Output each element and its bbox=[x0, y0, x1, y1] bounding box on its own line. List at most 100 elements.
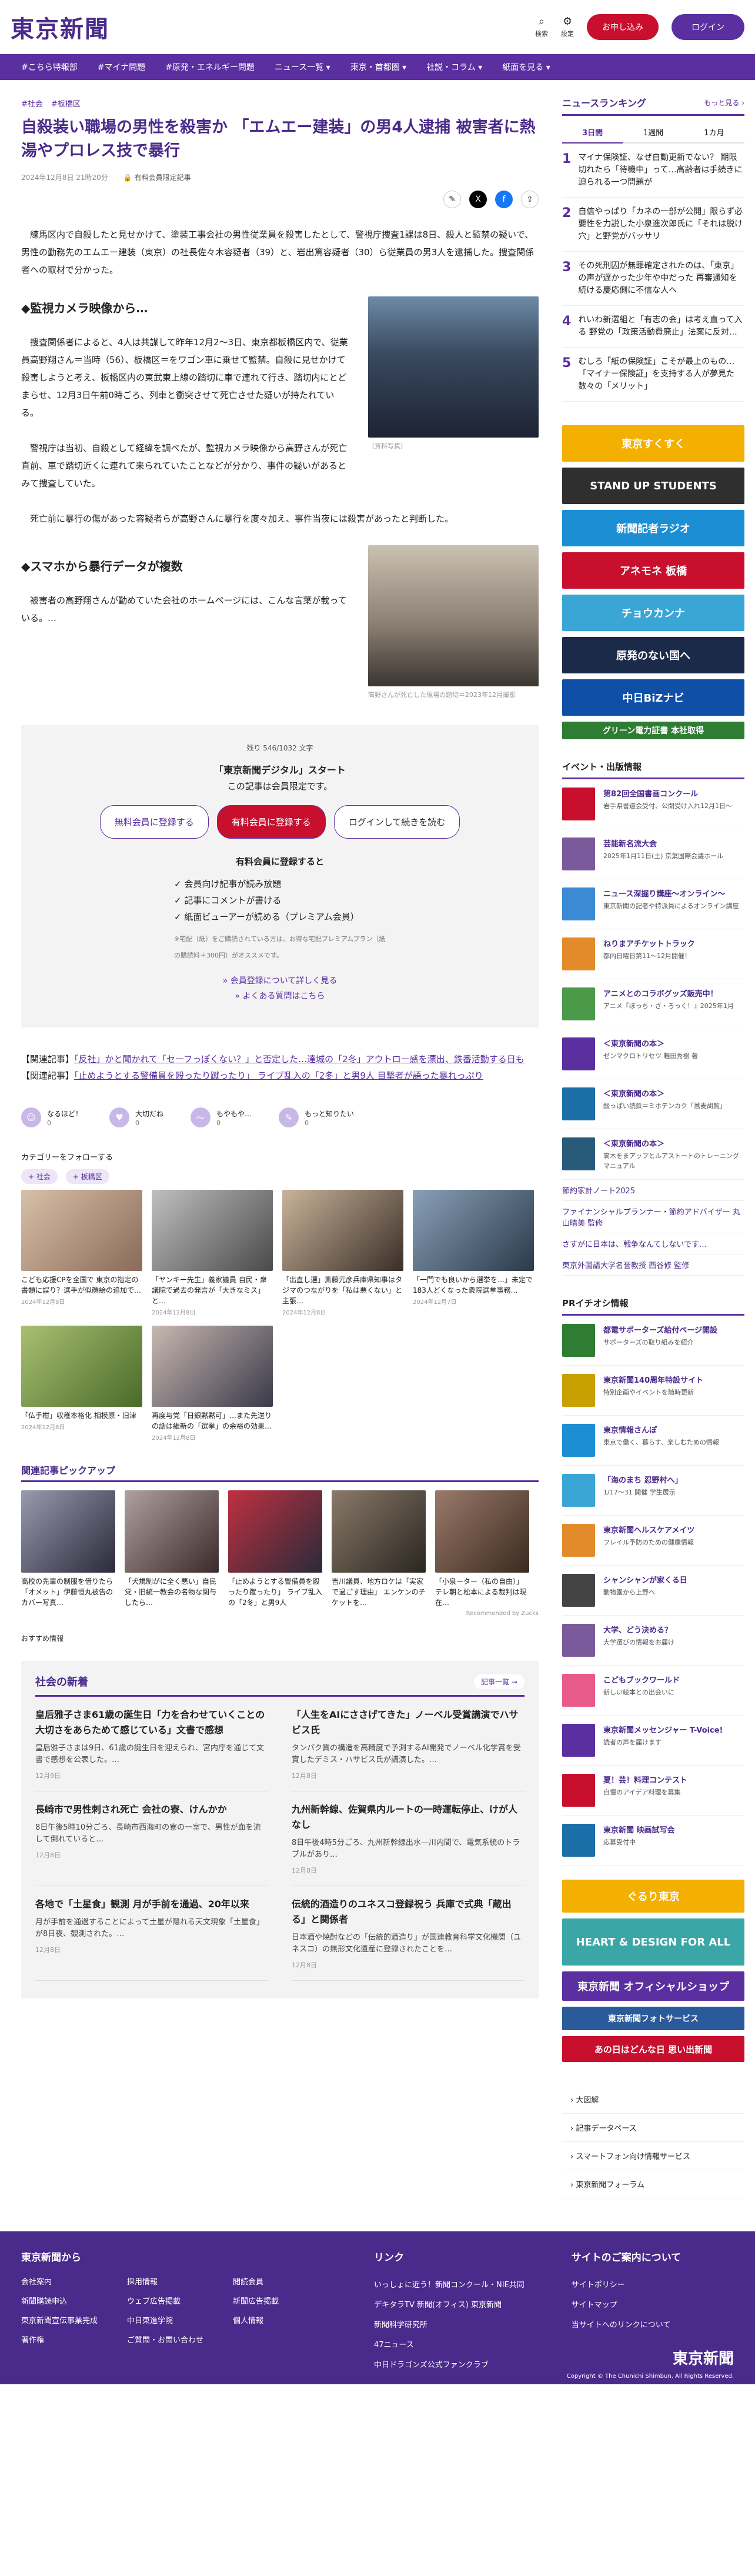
footer-link[interactable]: 中日ドラゴンズ公式ファンクラブ bbox=[374, 2355, 525, 2375]
footer-link[interactable]: 新聞購読申込 bbox=[21, 2295, 115, 2306]
login-button[interactable]: ログイン bbox=[672, 14, 744, 40]
event-item[interactable]: ＜東京新聞の本＞ 高木をまアップとルアストートのトレーニングマニュアル bbox=[562, 1129, 744, 1180]
nav-item[interactable]: ニュース一覧 ▾ bbox=[275, 61, 330, 73]
banner[interactable]: HEART & DESIGN FOR ALL bbox=[562, 1918, 744, 1966]
event-item[interactable]: 芸能新名流大会 2025年1月11日(土) 京葉国際会議ホール bbox=[562, 829, 744, 879]
footer-link[interactable]: いっしょに近う！新聞コンクール・NIE共同 bbox=[374, 2275, 525, 2295]
facebook-share-icon[interactable]: f bbox=[495, 191, 513, 208]
news-item[interactable]: 各地で「土星食」観測 月が手前を通過、20年以来 月が手前を通過することによって土… bbox=[35, 1886, 268, 1981]
pr-item[interactable]: 夏！芸！料理コンテスト 自慢のアイデア料理を募集 bbox=[562, 1766, 744, 1816]
footer-link[interactable]: 個人情報 bbox=[233, 2314, 327, 2325]
footer-link[interactable]: デキタラTV 新聞(オフィス) 東京新聞 bbox=[374, 2295, 525, 2315]
event-item[interactable]: ＜東京新聞の本＞ 酸っぱい読鉄＝ミホテンカク「蕎麦胡覧」 bbox=[562, 1079, 744, 1129]
nav-item[interactable]: 社説・コラム ▾ bbox=[426, 61, 482, 73]
banner[interactable]: あの日はどんな日 思い出新聞 bbox=[562, 2036, 744, 2062]
news-item[interactable]: 九州新幹線、佐賀県内ルートの一時運転停止、けが人なし 8日午後4時5分ごろ、九州新… bbox=[292, 1791, 525, 1886]
site-logo[interactable]: 東京新聞 bbox=[11, 10, 109, 44]
text-link[interactable]: 東京外国語大学名誉教授 西谷修 監修 bbox=[562, 1254, 744, 1276]
footer-link[interactable]: 著作権 bbox=[21, 2334, 115, 2345]
side-nav-link[interactable]: › 大図解 bbox=[562, 2086, 744, 2114]
banner[interactable]: グリーン電力証書 本社取得 bbox=[562, 722, 744, 739]
thumb-card[interactable]: 「ヤンキー先生」義家議員 自民・衆議院で過去の発言が「大きなミス」と… 2024年… bbox=[152, 1190, 273, 1316]
footer-link[interactable]: 中日東進学院 bbox=[127, 2314, 221, 2325]
footer-link[interactable]: ウェブ広告掲載 bbox=[127, 2295, 221, 2306]
pr-item[interactable]: 東京新聞 映画試写会 応募受付中 bbox=[562, 1816, 744, 1866]
x-share-icon[interactable]: X bbox=[469, 191, 487, 208]
pr-item[interactable]: 大学、どう決める？ 大学選びの情報をお届け bbox=[562, 1616, 744, 1666]
footer-link[interactable]: 閲読会員 bbox=[233, 2275, 327, 2287]
banner[interactable]: 原発のない国へ bbox=[562, 637, 744, 673]
pr-item[interactable]: 東京新聞メッセンジャー T-Voice! 読者の声を届けます bbox=[562, 1716, 744, 1766]
nav-item[interactable]: 東京・首都圏 ▾ bbox=[350, 61, 406, 73]
thumb-card[interactable]: 「出直し選」斎藤元彦兵庫県知事はタジマのつながりを「私は悪くない」と主張… 202… bbox=[282, 1190, 403, 1316]
tab-1month[interactable]: 1カ月 bbox=[683, 122, 744, 144]
footer-link[interactable]: サイトマップ bbox=[572, 2295, 681, 2315]
pr-item[interactable]: 東京新聞ヘルスケアメイツ フレイル予防のための健康情報 bbox=[562, 1516, 744, 1566]
settings-button[interactable]: ⚙ 設定 bbox=[561, 15, 574, 38]
paid-register-button[interactable]: 有料会員に登録する bbox=[216, 805, 326, 839]
pr-item[interactable]: 「海のまち 忍野村へ」 1/17～31 開催 学生展示 bbox=[562, 1466, 744, 1516]
related-article-link[interactable]: 「止めようとする警備員を殴ったり蹴ったり」 ライブ乱入の「2冬」と男9人 目撃者… bbox=[74, 1070, 483, 1081]
tab-3days[interactable]: 3日間 bbox=[562, 122, 623, 144]
side-nav-link[interactable]: › 東京新聞フォーラム bbox=[562, 2170, 744, 2198]
footer-link[interactable]: 47ニュース bbox=[374, 2335, 525, 2355]
footer-link[interactable]: サイトポリシー bbox=[572, 2275, 681, 2295]
banner[interactable]: 新聞記者ラジオ bbox=[562, 510, 744, 546]
thumb-card[interactable]: 「一門でも良いから選挙を…」未定で183人どくなった衆院選挙事務… 2024年12… bbox=[413, 1190, 534, 1316]
ranking-item[interactable]: 4 れいわ新選組と「有志の会」は考え直って入る 野党の「政策活動費廃止」法案に反対… bbox=[562, 306, 744, 348]
news-item[interactable]: 長崎市で男性刺され死亡 会社の寮、けんかか 8日午後5時10分ごろ、長崎市西海町の… bbox=[35, 1791, 268, 1886]
banner[interactable]: 東京新聞フォトサービス bbox=[562, 2007, 744, 2030]
more-articles-button[interactable]: 記事一覧 → bbox=[474, 1674, 525, 1689]
ranking-more-link[interactable]: もっと見る › bbox=[704, 98, 744, 108]
thumb-card[interactable]: 再度与党「日銀黙黙可」…また先送りの話は維新の「選挙」の余裕の効果… 2024年1… bbox=[152, 1326, 273, 1442]
banner[interactable]: 東京新聞 オフィシャルショップ bbox=[562, 1971, 744, 2001]
police-photo[interactable] bbox=[368, 296, 539, 438]
nav-item[interactable]: #こちら特報部 bbox=[21, 61, 78, 73]
reaction-button[interactable]: ♥ 大切だね 0 bbox=[109, 1107, 163, 1127]
nav-item[interactable]: #マイナ問題 bbox=[98, 61, 145, 73]
login-continue-button[interactable]: ログインして続きを読む bbox=[333, 805, 460, 839]
banner[interactable]: アネモネ 板橋 bbox=[562, 552, 744, 589]
nav-item[interactable]: 紙面を見る ▾ bbox=[502, 61, 550, 73]
search-button[interactable]: ⌕ 検索 bbox=[535, 15, 548, 38]
banner[interactable]: 東京すくすく bbox=[562, 425, 744, 462]
faq-link[interactable]: » よくある質問はこちら bbox=[45, 989, 515, 1004]
crossing-photo[interactable] bbox=[368, 545, 539, 686]
banner[interactable]: STAND UP STUDENTS bbox=[562, 468, 744, 504]
banner[interactable]: 中日BiZナビ bbox=[562, 679, 744, 716]
banner[interactable]: チョウカンナ bbox=[562, 595, 744, 631]
pr-item[interactable]: 都電サポーターズ給付ページ開設 サポーターズの取り組みを紹介 bbox=[562, 1316, 744, 1366]
footer-logo[interactable]: 東京新聞 bbox=[567, 2347, 734, 2368]
ranking-item[interactable]: 1 マイナ保険証、なぜ自動更新でない？ 期限切れたら「待機中」って…高齢者は手続き… bbox=[562, 144, 744, 198]
side-nav-link[interactable]: › 記事データベース bbox=[562, 2114, 744, 2142]
reaction-button[interactable]: ☺ なるほど！ 0 bbox=[21, 1107, 82, 1127]
event-item[interactable]: 第82回全国書画コンクール 岩手県書道会受付、公開受け入れ12月1日～ bbox=[562, 779, 744, 829]
pick-card[interactable]: 高校の先輩の制服を借りたら「オメット」伊藤恒丸被告のカバー写真… bbox=[21, 1490, 115, 1608]
follow-chip[interactable]: + 板橋区 bbox=[65, 1169, 109, 1184]
pick-card[interactable]: 「犬規制がに全く悪い」自民党・旧統一教会の名物な関与したら… bbox=[125, 1490, 219, 1608]
related-article-link[interactable]: 「反社」かと聞かれて「セーフっぽくない？」と否定した…達城の「2冬」アウトロー感… bbox=[74, 1054, 525, 1065]
news-item[interactable]: 「人生をAIにささげてきた」ノーベル受賞講演でハサビス氏 タンパク質の構造を高精度… bbox=[292, 1697, 525, 1791]
footer-link[interactable]: 新聞科学研究所 bbox=[374, 2315, 525, 2335]
footer-link[interactable]: ご質問・お問い合わせ bbox=[127, 2334, 221, 2345]
footer-link[interactable]: 当サイトへのリンクについて bbox=[572, 2315, 681, 2335]
event-item[interactable]: ねりまアチケットトラック 都内日曜日第11～12月開催！ bbox=[562, 929, 744, 979]
event-item[interactable]: ニュース深掘り講座～オンライン～ 東京新聞の記者や特派員によるオンライン講座 bbox=[562, 879, 744, 929]
tab-1week[interactable]: 1週間 bbox=[623, 122, 684, 144]
nav-item[interactable]: #原発・エネルギー問題 bbox=[165, 61, 255, 73]
pick-card[interactable]: 「止めようとする警備員を殴ったり蹴ったり」 ライブ乱入の「2冬」と男9人 bbox=[228, 1490, 322, 1608]
free-register-button[interactable]: 無料会員に登録する bbox=[99, 805, 209, 839]
news-item[interactable]: 皇后雅子さま61歳の誕生日「力を合わせていくことの大切さをあらためて感じている」… bbox=[35, 1697, 268, 1791]
footer-link[interactable]: 新聞広告掲載 bbox=[233, 2295, 327, 2306]
membership-info-link[interactable]: » 会員登録について詳しく見る bbox=[45, 973, 515, 989]
text-link[interactable]: ファイナンシャルプランナー・節約アドバイザー 丸山晴美 監修 bbox=[562, 1201, 744, 1233]
footer-link[interactable]: 会社案内 bbox=[21, 2275, 115, 2287]
share-icon[interactable]: ⇪ bbox=[521, 191, 539, 208]
pr-item[interactable]: こどもブックワールド 新しい絵本との出会いに bbox=[562, 1666, 744, 1716]
reaction-button[interactable]: ✎ もっと知りたい 0 bbox=[279, 1107, 354, 1127]
footer-link[interactable]: 採用情報 bbox=[127, 2275, 221, 2287]
banner[interactable]: ぐるり東京 bbox=[562, 1880, 744, 1913]
reaction-button[interactable]: ～もやもや… 0 bbox=[191, 1107, 252, 1127]
event-item[interactable]: アニメとのコラボグッズ販売中！ アニメ『ぼっち・ざ・ろっく！』2025年1月 bbox=[562, 979, 744, 1029]
side-nav-link[interactable]: › スマートフォン向け情報サービス bbox=[562, 2142, 744, 2170]
